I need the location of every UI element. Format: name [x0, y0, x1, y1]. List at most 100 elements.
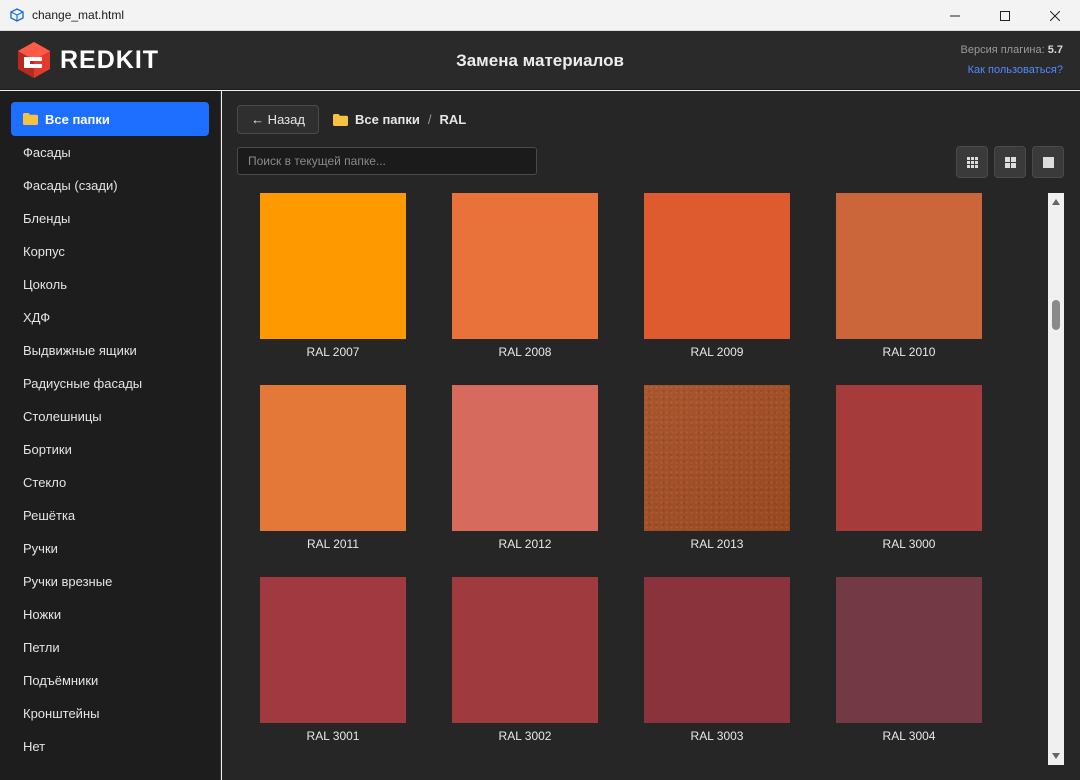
- help-link[interactable]: Как пользоваться?: [968, 64, 1063, 76]
- material-card[interactable]: RAL 2013: [644, 385, 790, 555]
- view-large-grid-button[interactable]: [1032, 146, 1064, 178]
- sidebar-item-facades[interactable]: Фасады: [11, 136, 209, 169]
- material-swatch: [452, 385, 598, 531]
- search-input[interactable]: [237, 147, 537, 175]
- plugin-version: Версия плагина: 5.7: [961, 44, 1064, 56]
- sidebar-item-grille[interactable]: Решётка: [11, 499, 209, 532]
- close-icon: [1050, 10, 1060, 21]
- material-label: RAL 2009: [690, 345, 744, 359]
- sidebar-item-label: Кронштейны: [23, 706, 100, 721]
- sidebar-item-label: Бортики: [23, 442, 72, 457]
- material-label: RAL 3003: [690, 729, 744, 743]
- materials-grid: RAL 2007 RAL 2008 RAL 2009 RAL 2010 RAL …: [260, 193, 1040, 773]
- sidebar-item-plinth[interactable]: Цоколь: [11, 268, 209, 301]
- breadcrumb-separator: /: [427, 112, 432, 127]
- material-label: RAL 3001: [306, 729, 360, 743]
- window-title: change_mat.html: [32, 8, 125, 22]
- breadcrumb-item-ral: RAL: [439, 112, 467, 127]
- material-label: RAL 2011: [306, 537, 360, 551]
- page-title: Замена материалов: [456, 51, 624, 70]
- sidebar-item-drawers[interactable]: Выдвижные ящики: [11, 334, 209, 367]
- material-swatch: [644, 385, 790, 531]
- sidebar-item-facades-back[interactable]: Фасады (сзади): [11, 169, 209, 202]
- scroll-up-icon[interactable]: [1048, 195, 1064, 209]
- sidebar-item-hdf[interactable]: ХДФ: [11, 301, 209, 334]
- sidebar-item-label: Фасады: [23, 145, 71, 160]
- maximize-button[interactable]: [980, 0, 1030, 31]
- material-card[interactable]: RAL 2007: [260, 193, 406, 363]
- sidebar-item-brackets[interactable]: Кронштейны: [11, 697, 209, 730]
- sidebar: Все папки Фасады Фасады (сзади) Бленды К…: [0, 91, 221, 780]
- material-card[interactable]: RAL 3000: [836, 385, 982, 555]
- sidebar-item-hinges[interactable]: Петли: [11, 631, 209, 664]
- scrollbar[interactable]: [1048, 193, 1064, 765]
- window-controls: [930, 0, 1080, 31]
- sidebar-item-lifts[interactable]: Подъёмники: [11, 664, 209, 697]
- sidebar-item-label: Все папки: [45, 111, 110, 127]
- material-card[interactable]: RAL 2010: [836, 193, 982, 363]
- sidebar-item-blends[interactable]: Бленды: [11, 202, 209, 235]
- small-grid-icon: [966, 156, 978, 168]
- material-label: RAL 2008: [498, 345, 552, 359]
- view-medium-grid-button[interactable]: [994, 146, 1026, 178]
- material-swatch: [836, 193, 982, 339]
- sidebar-item-countertops[interactable]: Столешницы: [11, 400, 209, 433]
- folder-icon: [23, 113, 38, 125]
- close-button[interactable]: [1030, 0, 1080, 31]
- material-label: RAL 2007: [306, 345, 360, 359]
- breadcrumb: Все папки / RAL: [333, 112, 466, 127]
- material-label: RAL 3004: [882, 729, 936, 743]
- sidebar-item-body[interactable]: Корпус: [11, 235, 209, 268]
- sidebar-item-all-folders[interactable]: Все папки: [11, 102, 209, 136]
- material-swatch: [452, 577, 598, 723]
- sidebar-item-label: Подъёмники: [23, 673, 99, 688]
- main-panel: ← Назад Все папки / RAL RAL 2007: [222, 91, 1080, 780]
- material-label: RAL 2012: [498, 537, 552, 551]
- sidebar-item-label: Бленды: [23, 211, 71, 226]
- sidebar-item-legs[interactable]: Ножки: [11, 598, 209, 631]
- sidebar-item-label: Ручки врезные: [23, 574, 113, 589]
- material-card[interactable]: RAL 2011: [260, 385, 406, 555]
- minimize-button[interactable]: [930, 0, 980, 31]
- material-card[interactable]: RAL 2009: [644, 193, 790, 363]
- app-header: REDKIT Замена материалов Версия плагина:…: [0, 31, 1080, 90]
- sidebar-item-label: Нет: [23, 739, 46, 754]
- sidebar-item-label: Цоколь: [23, 277, 67, 292]
- large-grid-icon: [1042, 156, 1054, 168]
- sidebar-item-handles[interactable]: Ручки: [11, 532, 209, 565]
- folder-icon: [333, 113, 348, 126]
- minimize-icon: [950, 15, 960, 16]
- back-button[interactable]: ← Назад: [237, 105, 319, 134]
- scroll-down-icon[interactable]: [1048, 749, 1064, 763]
- sidebar-item-label: Радиусные фасады: [23, 376, 143, 391]
- sidebar-item-label: Ручки: [23, 541, 58, 556]
- material-swatch: [644, 193, 790, 339]
- sidebar-item-inset-handles[interactable]: Ручки врезные: [11, 565, 209, 598]
- sidebar-item-radius-facades[interactable]: Радиусные фасады: [11, 367, 209, 400]
- material-card[interactable]: RAL 3001: [260, 577, 406, 747]
- sidebar-item-label: Выдвижные ящики: [23, 343, 137, 358]
- window-titlebar: change_mat.html: [0, 0, 1080, 31]
- material-card[interactable]: RAL 2008: [452, 193, 598, 363]
- material-card[interactable]: RAL 3002: [452, 577, 598, 747]
- material-label: RAL 3002: [498, 729, 552, 743]
- scrollbar-thumb[interactable]: [1052, 300, 1060, 330]
- material-card[interactable]: RAL 3004: [836, 577, 982, 747]
- version-value: 5.7: [1047, 44, 1063, 56]
- material-card[interactable]: RAL 3003: [644, 577, 790, 747]
- sketchup-icon: [10, 8, 24, 22]
- material-label: RAL 2013: [690, 537, 744, 551]
- breadcrumb-item-all-folders[interactable]: Все папки: [355, 112, 420, 127]
- material-swatch: [260, 385, 406, 531]
- maximize-icon: [1000, 10, 1010, 21]
- material-swatch: [452, 193, 598, 339]
- sidebar-item-label: Столешницы: [23, 409, 102, 424]
- sidebar-item-edging[interactable]: Бортики: [11, 433, 209, 466]
- sidebar-item-label: Петли: [23, 640, 60, 655]
- medium-grid-icon: [1004, 156, 1016, 168]
- sidebar-item-glass[interactable]: Стекло: [11, 466, 209, 499]
- view-small-grid-button[interactable]: [956, 146, 988, 178]
- material-swatch: [644, 577, 790, 723]
- sidebar-item-none[interactable]: Нет: [11, 730, 209, 763]
- material-card[interactable]: RAL 2012: [452, 385, 598, 555]
